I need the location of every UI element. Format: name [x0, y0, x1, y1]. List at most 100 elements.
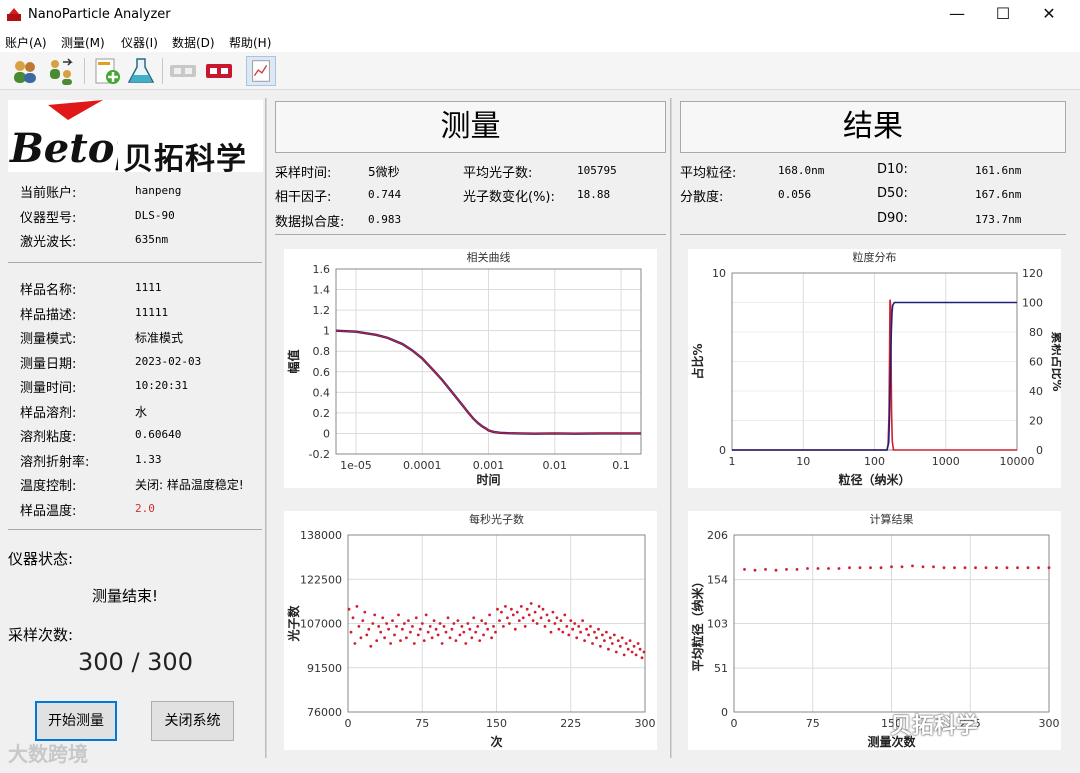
close-system-button[interactable]: 关闭系统 — [151, 701, 234, 741]
data-point — [361, 619, 365, 622]
chart-title: 计算结果 — [870, 512, 914, 526]
watermark-right: 贝拓科学 — [890, 714, 979, 739]
data-point — [401, 627, 404, 631]
sample-temp-value: 2.0 — [135, 502, 155, 515]
data-point — [403, 622, 406, 625]
data-point — [508, 622, 511, 625]
solvent-value: 水 — [135, 405, 148, 419]
menu-bar: 账户(A) 测量(M) 仪器(I) 数据(D) 帮助(H) — [0, 30, 1080, 52]
data-point — [409, 630, 412, 634]
sample-count-label: 采样次数: — [8, 626, 74, 644]
date-label: 测量日期: — [20, 357, 77, 372]
x-tick-label: 300 — [1039, 717, 1060, 730]
data-point — [573, 622, 577, 625]
time-value: 10:20:31 — [135, 379, 188, 392]
close-window-button[interactable]: ✕ — [1026, 0, 1072, 30]
data-point — [1005, 566, 1009, 570]
data-point — [638, 647, 642, 651]
report-icon[interactable] — [246, 56, 276, 86]
flask-icon[interactable] — [126, 56, 156, 86]
y2-tick-label: 100 — [1022, 297, 1043, 310]
sample-desc-value: 11111 — [135, 306, 169, 319]
data-point — [587, 633, 590, 637]
data-point — [569, 619, 573, 622]
menu-help[interactable]: 帮助(H) — [229, 34, 271, 51]
users-icon[interactable] — [10, 56, 40, 86]
data-point — [466, 622, 470, 625]
d90-value: 173.7nm — [975, 213, 1022, 226]
data-point — [561, 630, 565, 634]
data-point — [630, 650, 634, 654]
data-point — [482, 633, 485, 637]
data-point — [612, 633, 616, 637]
refractive-index-label: 溶剂折射率: — [20, 455, 90, 470]
data-point — [496, 607, 499, 611]
y-axis-label: 幅值 — [286, 349, 301, 373]
data-point — [618, 644, 622, 648]
y-tick-label: 1.6 — [313, 263, 331, 276]
x-tick-label: 1e-05 — [340, 459, 372, 472]
data-point — [869, 566, 872, 570]
y-tick-label: 0.4 — [313, 386, 331, 399]
y-axis-label: 占比% — [690, 343, 705, 379]
data-point — [642, 650, 646, 654]
y-tick-label: 10 — [712, 267, 726, 280]
data-point — [359, 636, 363, 640]
data-point — [974, 566, 977, 570]
menu-measure[interactable]: 测量(M) — [61, 34, 105, 51]
data-point — [399, 639, 402, 642]
avg-size-value: 168.0nm — [778, 164, 825, 177]
data-point — [995, 566, 998, 570]
menu-data[interactable]: 数据(D) — [172, 34, 215, 51]
data-point — [624, 642, 628, 645]
measure-header: 测量 — [275, 101, 666, 153]
data-point — [470, 636, 474, 640]
switch-user-icon[interactable] — [46, 56, 76, 86]
data-point — [412, 642, 416, 645]
data-point — [468, 627, 472, 631]
brand-name: 贝拓科学 — [123, 142, 247, 177]
data-point — [551, 610, 555, 614]
panel-divider — [670, 98, 672, 758]
new-sop-icon[interactable] — [92, 56, 122, 86]
minimize-button[interactable]: — — [934, 0, 980, 30]
data-point — [458, 633, 462, 637]
data-point — [369, 644, 373, 648]
y-tick-label: -0.2 — [309, 448, 330, 461]
start-measure-button[interactable]: 开始测量 — [35, 701, 117, 741]
x-axis-label: 次 — [490, 734, 502, 749]
data-point — [438, 622, 442, 625]
coherence-label: 相干因子: — [275, 190, 332, 205]
sampling-time-label: 采样时间: — [275, 166, 332, 181]
sample-desc-label: 样品描述: — [20, 308, 77, 323]
disconnect-icon[interactable] — [168, 56, 198, 86]
data-point — [1026, 566, 1030, 570]
sample-temp-label: 样品温度: — [20, 504, 77, 519]
y-axis-label: 平均粒径（纳米） — [690, 575, 705, 671]
x-tick-label: 0 — [731, 717, 738, 730]
d10-value: 161.6nm — [975, 164, 1022, 177]
x-tick-label: 300 — [635, 717, 656, 730]
y2-tick-label: 60 — [1029, 356, 1043, 369]
connect-icon[interactable] — [204, 56, 234, 86]
dispersity-value: 0.056 — [778, 188, 812, 201]
instrument-status-value: 测量结束! — [92, 587, 159, 605]
data-point — [420, 622, 424, 625]
chart-title: 粒度分布 — [853, 250, 897, 264]
data-point — [608, 636, 612, 640]
data-point — [434, 627, 438, 631]
data-point — [816, 567, 820, 570]
data-point — [464, 642, 468, 645]
data-point — [942, 566, 946, 570]
menu-instrument[interactable]: 仪器(I) — [121, 34, 158, 51]
data-point — [502, 625, 505, 628]
toolbar-separator — [162, 58, 163, 84]
data-point — [589, 625, 592, 628]
data-point — [963, 566, 967, 570]
maximize-button[interactable]: ☐ — [980, 0, 1026, 30]
temp-control-value: 关闭: 样品温度稳定! — [135, 478, 244, 492]
data-point — [411, 625, 414, 628]
menu-account[interactable]: 账户(A) — [5, 34, 47, 51]
chart-svg: 每秒光子数 0 75 150 225 300 138000 122500 107000 91500… — [286, 512, 656, 749]
x-tick-label: 1000 — [932, 455, 960, 468]
